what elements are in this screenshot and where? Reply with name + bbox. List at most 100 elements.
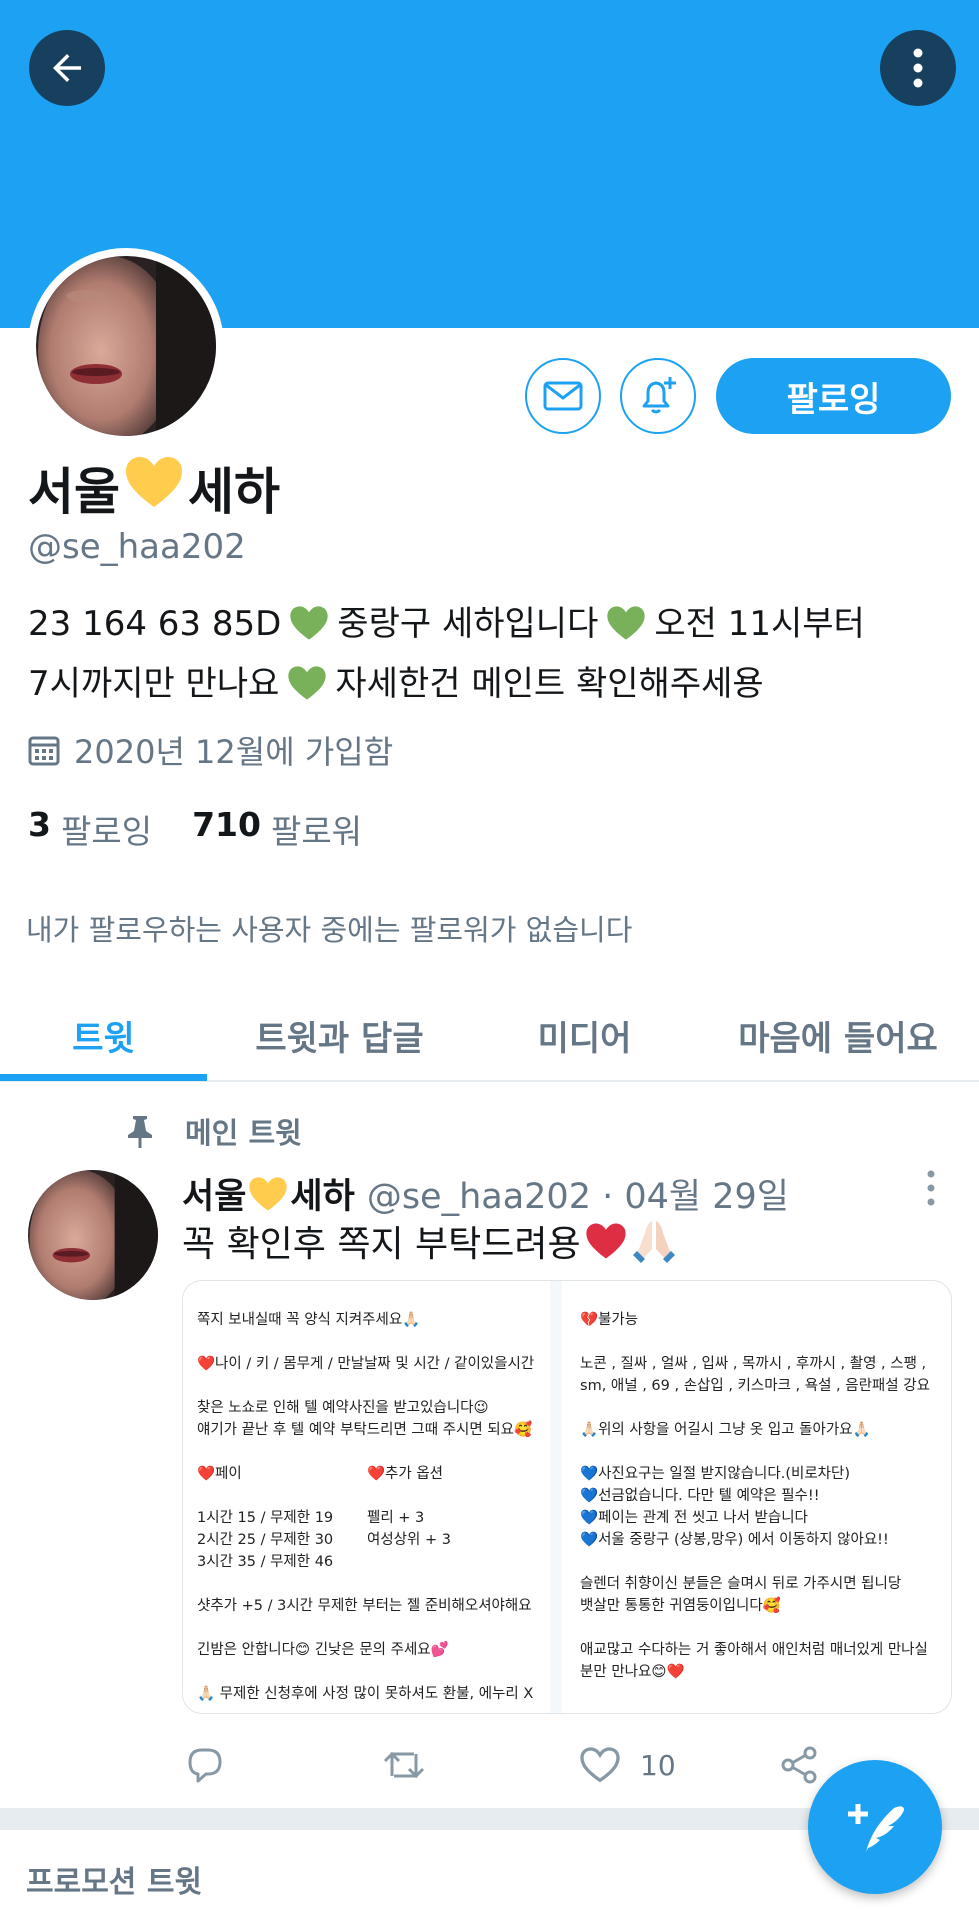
image-text: 여성상위 + 3	[367, 1532, 451, 1548]
tweet-more-icon[interactable]	[925, 1170, 937, 1206]
image-text: ❤️페이	[197, 1466, 242, 1482]
display-name-part1: 서울	[28, 463, 120, 521]
reply-icon	[188, 1748, 222, 1783]
image-text: 노콘 , 질싸 , 얼싸 , 입싸 , 목까시 , 후까시 , 촬영 , 스팽 …	[580, 1356, 927, 1372]
follow-stats: 3 팔로잉 710 팔로워	[28, 805, 402, 853]
tweet-text: 꼭 확인후 쪽지 부탁드려용	[182, 1215, 677, 1267]
followers-count: 710	[192, 805, 261, 844]
more-options-button[interactable]	[880, 30, 956, 106]
joined-date: 2020년 12월에 가입함	[28, 727, 393, 773]
image-text: 긴밤은 안합니다😊 긴낮은 문의 주세요💕	[197, 1642, 449, 1658]
green-heart-icon	[287, 663, 327, 717]
image-text: 뱃살만 통통한 귀염둥이입니다🥰	[580, 1598, 781, 1614]
share-button[interactable]	[780, 1746, 818, 1784]
avatar-photo	[36, 256, 216, 436]
image-text: 펠리 + 3	[367, 1510, 425, 1526]
image-text: 🙏🏻위의 사항을 어길시 그냥 옷 입고 돌아가요🙏🏻	[580, 1422, 871, 1438]
envelope-icon	[543, 381, 583, 411]
calendar-icon	[28, 736, 60, 766]
vertical-dots-icon	[913, 48, 923, 88]
notifications-button[interactable]	[620, 358, 696, 434]
display-name: 서울 세하	[28, 452, 280, 524]
mutual-followers-note: 내가 팔로우하는 사용자 중에는 팔로워가 없습니다	[26, 913, 633, 947]
heart-outline-icon	[580, 1747, 620, 1783]
bio-text: 중랑구 세하입니다	[337, 604, 599, 644]
tweet-author-part1: 서울	[182, 1177, 247, 1217]
image-text: sm, 애널 , 69 , 손삽입 , 키스마크 , 욕설 , 음란패설 강요	[580, 1378, 930, 1394]
like-button[interactable]: 10	[580, 1747, 676, 1783]
image-text: 💙서울 중랑구 (상봉,망우) 에서 이동하지 않아요!!	[580, 1532, 889, 1548]
tweet-author-name[interactable]: 서울 세하	[182, 1168, 355, 1219]
red-heart-icon	[586, 1223, 626, 1259]
yellow-heart-icon	[124, 455, 184, 521]
yellow-heart-icon	[249, 1176, 288, 1211]
image-text: 💙선금없습니다. 다만 텔 예약은 필수!!	[580, 1488, 820, 1504]
media-image-right[interactable]: 💔불가능 노콘 , 질싸 , 얼싸 , 입싸 , 목까시 , 후까시 , 촬영 …	[562, 1281, 951, 1713]
tweet-avatar[interactable]	[28, 1170, 158, 1300]
tweet-author-part2: 세하	[290, 1177, 355, 1217]
tweet-header: 서울 세하 @se_haa202 · 04월 29일	[182, 1168, 789, 1219]
image-text: 얘기가 끝난 후 텔 예약 부탁드리면 그때 주시면 되요🥰	[197, 1422, 533, 1438]
tweet-media[interactable]: 쪽지 보내실때 꼭 양식 지켜주세요🙏🏻 ❤️나이 / 키 / 몸무게 / 만날…	[182, 1280, 952, 1714]
active-tab-indicator	[0, 1074, 207, 1081]
image-text: 애교많고 수다하는 거 좋아해서 애인처럼 매너있게 만나실	[580, 1642, 928, 1658]
image-text: 2시간 25 / 무제한 30	[197, 1532, 334, 1548]
tweet-actions: 10	[182, 1740, 842, 1790]
retweet-icon	[383, 1751, 425, 1779]
bio-text: 오전 11시부터	[654, 604, 865, 644]
tab-media[interactable]: 미디어	[472, 990, 697, 1080]
bio-text: 7시까지만 만나요	[28, 664, 280, 704]
followers-stat[interactable]: 710 팔로워	[192, 805, 362, 853]
display-name-part2: 세하	[188, 463, 280, 521]
image-text: 슬렌더 취향이신 분들은 슬며시 뒤로 가주시면 됩니당	[580, 1576, 902, 1592]
image-text: 💙사진요구는 일절 받지않습니다.(비로차단)	[580, 1466, 851, 1482]
following-label: 팔로잉	[60, 812, 153, 851]
retweet-button[interactable]	[382, 1746, 426, 1784]
image-text: 찾은 노쇼로 인해 텔 예약사진을 받고있습니다😉	[197, 1400, 489, 1416]
profile-tabs: 트윗 트윗과 답글 미디어 마음에 들어요	[0, 990, 979, 1082]
tab-tweets-replies[interactable]: 트윗과 답글	[207, 990, 472, 1080]
image-text: 분만 만나요😊❤️	[580, 1664, 685, 1680]
joined-text: 2020년 12월에 가입함	[74, 733, 394, 771]
profile-handle: @se_haa202	[28, 527, 246, 567]
reply-button[interactable]	[186, 1746, 224, 1784]
media-image-left[interactable]: 쪽지 보내실때 꼭 양식 지켜주세요🙏🏻 ❤️나이 / 키 / 몸무게 / 만날…	[183, 1281, 563, 1713]
green-heart-icon	[289, 603, 329, 657]
image-text: 샷추가 +5 / 3시간 무제한 부터는 젤 준비해오셔야해요	[197, 1598, 532, 1614]
profile-avatar[interactable]	[28, 248, 224, 444]
promoted-tweets-heading: 프로모션 트윗	[26, 1865, 203, 1900]
feather-plus-icon	[848, 1804, 904, 1852]
following-button[interactable]: 팔로잉	[716, 358, 951, 434]
image-text: ❤️추가 옵션	[367, 1466, 444, 1482]
tweet-meta: @se_haa202 · 04월 29일	[366, 1177, 789, 1217]
pin-icon	[128, 1116, 152, 1148]
bio-text: 자세한건 메인트 확인해주세용	[335, 664, 764, 704]
tab-likes[interactable]: 마음에 들어요	[697, 990, 979, 1080]
image-text: 1시간 15 / 무제한 19	[197, 1510, 334, 1526]
image-text: 💙페이는 관계 전 씻고 나서 받습니다	[580, 1510, 808, 1526]
bell-plus-icon	[642, 377, 676, 414]
arrow-left-icon	[53, 54, 81, 82]
tweet-body: 꼭 확인후 쪽지 부탁드려용	[182, 1224, 581, 1265]
share-icon	[781, 1746, 817, 1784]
following-count: 3	[28, 805, 51, 844]
tab-tweets[interactable]: 트윗	[0, 990, 207, 1080]
green-heart-icon	[606, 603, 646, 657]
image-text: ❤️나이 / 키 / 몸무게 / 만날날짜 및 시간 / 같이있을시간	[197, 1356, 535, 1372]
following-stat[interactable]: 3 팔로잉	[28, 805, 152, 853]
message-button[interactable]	[525, 358, 601, 434]
bio-text: 23 164 63 85D	[28, 604, 282, 644]
back-button[interactable]	[29, 30, 105, 106]
compose-tweet-button[interactable]	[808, 1760, 942, 1894]
profile-bio: 23 164 63 85D 중랑구 세하입니다 오전 11시부터 7시까지만 만나요…	[28, 597, 948, 717]
pinned-text: 메인 트윗	[185, 1116, 302, 1150]
pinned-label: 메인 트윗	[125, 1110, 302, 1152]
image-text: 쪽지 보내실때 꼭 양식 지켜주세요🙏🏻	[197, 1312, 421, 1328]
image-text: 💔불가능	[580, 1312, 639, 1328]
like-count: 10	[640, 1748, 676, 1782]
image-text: 🙏🏻 무제한 신청후에 사정 많이 못하셔도 환불, 에누리 X	[197, 1686, 534, 1702]
avatar-photo	[28, 1170, 158, 1300]
praying-hands-icon	[632, 1221, 675, 1263]
image-text: 3시간 35 / 무제한 46	[197, 1554, 334, 1570]
followers-label: 팔로워	[270, 812, 363, 851]
